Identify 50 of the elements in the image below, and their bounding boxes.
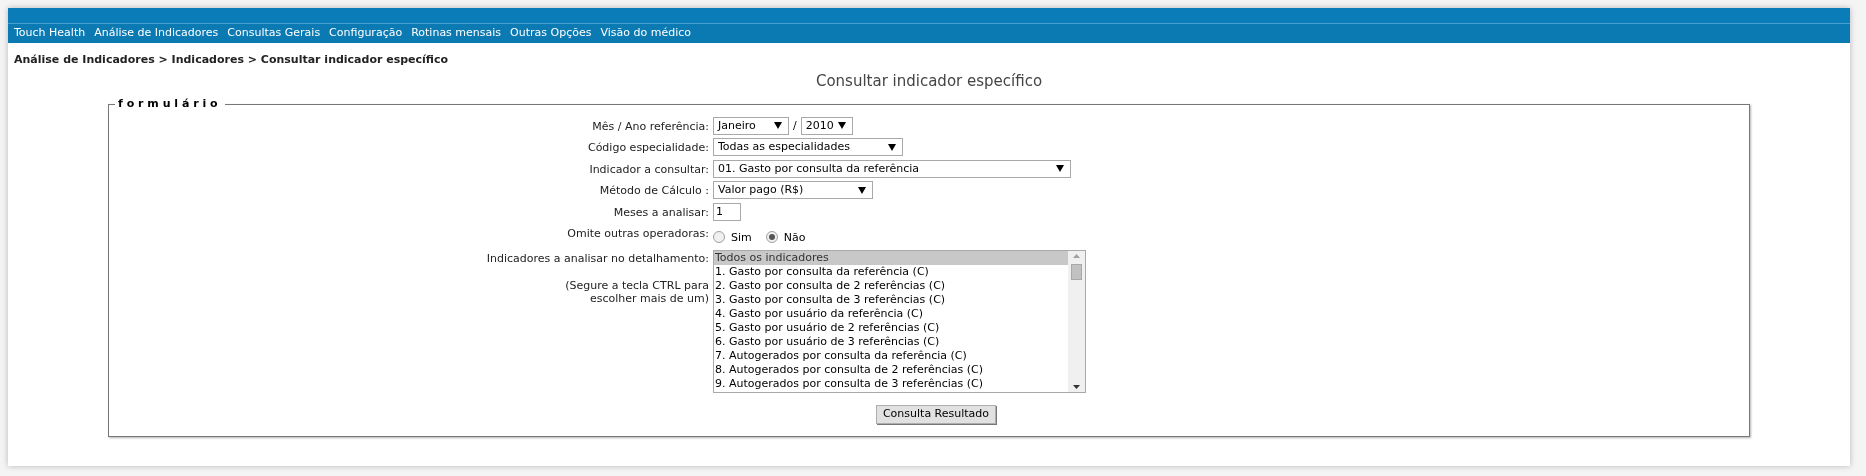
- separator: /: [793, 117, 797, 134]
- menu-item[interactable]: Rotinas mensais: [411, 25, 502, 42]
- field-label: Omite outras operadoras:: [566, 226, 709, 242]
- field-label: Mês / Ano referência:: [591, 118, 709, 135]
- dropdown-arrow-icon: [888, 143, 896, 151]
- dropdown-arrow-icon: [1056, 165, 1064, 173]
- submit-button[interactable]: Consulta Resultado: [875, 404, 997, 424]
- hint-text: (Segure a tecla CTRL para escolher mais de um): [564, 279, 709, 305]
- menu-item[interactable]: Consultas Gerais: [227, 25, 321, 42]
- form-legend: formulário: [115, 96, 225, 113]
- dropdown-arrow-icon: [774, 122, 782, 130]
- input-field[interactable]: 1: [713, 202, 741, 221]
- dropdown-arrow-icon: [837, 122, 846, 130]
- menu-item[interactable]: Configuração: [329, 25, 403, 42]
- list-option[interactable]: 6. Gasto por usuário de 3 referências (C): [714, 334, 1068, 349]
- scrollbar-thumb[interactable]: [1071, 263, 1082, 280]
- radio-label: Sim: [731, 230, 752, 246]
- dropdown-select[interactable]: Todas as especialidades: [713, 138, 903, 157]
- radio-button[interactable]: [765, 230, 778, 243]
- year-select[interactable]: 2010: [800, 116, 853, 135]
- dropdown-select[interactable]: Valor pago (R$): [713, 181, 873, 200]
- field-label: Método de Cálculo :: [598, 183, 709, 199]
- list-option[interactable]: 9. Autogerados por consulta de 3 referências (C): [714, 376, 1068, 391]
- breadcrumb: Análise de Indicadores > Indicadores > Consultar indicador específico: [13, 52, 450, 68]
- list-option[interactable]: Todos os indicadores: [714, 250, 1068, 265]
- list-option[interactable]: 4. Gasto por usuário da referência (C): [714, 306, 1068, 321]
- field-label: Meses a analisar:: [612, 204, 709, 221]
- list-option[interactable]: 8. Autogerados por consulta de 2 referências (C): [714, 362, 1068, 377]
- radio-label: Não: [783, 230, 806, 246]
- list-option[interactable]: 5. Gasto por usuário de 2 referências (C): [714, 320, 1068, 335]
- radio-button[interactable]: [713, 230, 725, 243]
- menu-item[interactable]: Outras Opções: [510, 25, 592, 42]
- dropdown-arrow-icon: [858, 186, 866, 194]
- field-label: Código especialidade:: [586, 140, 709, 156]
- field-label: Indicador a consultar:: [588, 161, 709, 178]
- scroll-up-icon[interactable]: [1073, 253, 1080, 258]
- list-option[interactable]: 7. Autogerados por consulta da referência (C): [714, 348, 1068, 363]
- scrollbar[interactable]: [1068, 250, 1085, 392]
- menu-item[interactable]: Análise de Indicadores: [94, 25, 219, 42]
- menu-item[interactable]: Touch Health: [14, 25, 86, 42]
- month-select[interactable]: Janeiro: [713, 116, 789, 135]
- menu-item[interactable]: Visão do médico: [600, 25, 691, 42]
- list-option[interactable]: 2. Gasto por consulta de 2 referências (C): [714, 278, 1068, 293]
- list-option[interactable]: 3. Gasto por consulta de 3 referências (C): [714, 292, 1068, 307]
- page-title: Consultar indicador específico: [814, 70, 1044, 92]
- field-label: Indicadores a analisar no detalhamento:: [486, 250, 709, 267]
- list-option[interactable]: 1. Gasto por consulta da referência (C): [714, 264, 1068, 279]
- dropdown-select[interactable]: 01. Gasto por consulta da referência: [713, 159, 1071, 178]
- scroll-down-icon[interactable]: [1073, 384, 1080, 389]
- multi-select-list[interactable]: [713, 249, 1086, 393]
